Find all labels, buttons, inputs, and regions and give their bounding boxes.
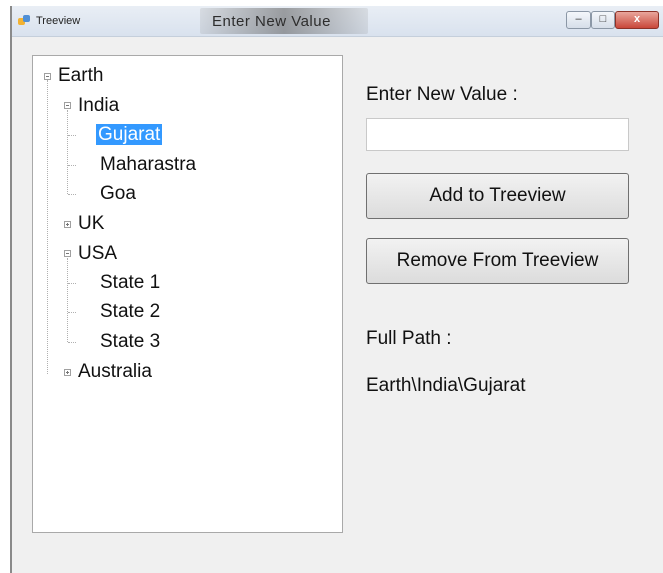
- tree-node-usa[interactable]: USA: [78, 242, 117, 266]
- tree-node-state-3[interactable]: State 3: [100, 330, 160, 354]
- tree-node-maharastra[interactable]: Maharastra: [100, 153, 196, 177]
- tree-line-usa: [67, 258, 68, 342]
- enter-value-label: Enter New Value :: [366, 84, 518, 105]
- tree-node-australia[interactable]: Australia: [78, 360, 152, 384]
- minimize-button[interactable]: –: [566, 11, 591, 29]
- full-path-value: Earth\India\Gujarat: [366, 375, 526, 396]
- tree-node-india[interactable]: India: [78, 94, 119, 118]
- maximize-button[interactable]: □: [591, 11, 615, 29]
- new-value-input[interactable]: [366, 118, 629, 151]
- tree-connector: [68, 135, 76, 136]
- remove-from-treeview-button[interactable]: Remove From Treeview: [366, 238, 629, 284]
- tree-line-india: [67, 110, 68, 194]
- tree-line-root: [47, 80, 48, 374]
- collapse-icon[interactable]: [64, 102, 71, 109]
- window-title: Treeview: [36, 15, 81, 27]
- tree-node-state-2[interactable]: State 2: [100, 300, 160, 324]
- expand-icon[interactable]: [64, 221, 71, 228]
- close-icon: x: [633, 13, 641, 25]
- full-path-label: Full Path :: [366, 328, 452, 349]
- maximize-icon: □: [599, 13, 607, 25]
- tree-node-earth[interactable]: Earth: [58, 64, 103, 88]
- add-to-treeview-button[interactable]: Add to Treeview: [366, 173, 629, 219]
- app-icon: [18, 15, 30, 27]
- tree-connector: [68, 342, 76, 343]
- tree-node-gujarat[interactable]: Gujarat: [96, 123, 163, 147]
- tree-node-uk[interactable]: UK: [78, 212, 104, 236]
- close-button[interactable]: x: [615, 11, 659, 29]
- title-bar[interactable]: Treeview Enter New Value – □ x: [12, 6, 663, 37]
- tree-node-goa[interactable]: Goa: [100, 182, 136, 206]
- treeview[interactable]: Earth India Gujarat Maharastra Goa UK US…: [32, 55, 343, 533]
- tree-connector: [68, 165, 76, 166]
- ghost-title-text: Enter New Value: [212, 13, 331, 30]
- tree-node-label-selected: Gujarat: [96, 124, 163, 145]
- expand-icon[interactable]: [64, 369, 71, 376]
- minimize-icon: –: [575, 13, 582, 25]
- tree-connector: [68, 283, 76, 284]
- main-window: Treeview Enter New Value – □ x Earth Ind…: [10, 6, 663, 573]
- collapse-icon[interactable]: [44, 73, 51, 80]
- tree-node-state-1[interactable]: State 1: [100, 271, 160, 295]
- ghost-dialog-title: Enter New Value: [200, 8, 368, 34]
- tree-connector: [68, 194, 76, 195]
- collapse-icon[interactable]: [64, 250, 71, 257]
- tree-connector: [68, 312, 76, 313]
